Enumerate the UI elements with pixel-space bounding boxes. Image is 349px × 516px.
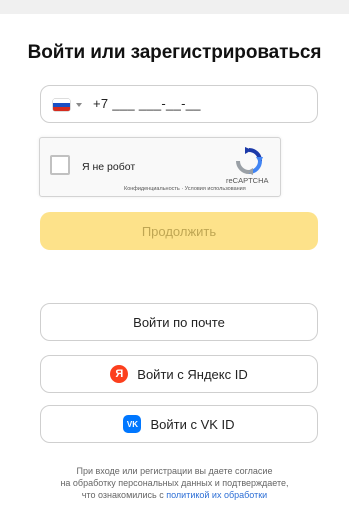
captcha-label: Я не робот [82,161,136,173]
continue-button[interactable]: Продолжить [40,212,318,250]
yandex-icon: Я [110,365,129,383]
legal-line-3: что ознакомились с политикой их обработк… [20,489,329,501]
phone-input[interactable]: +7 ___ ___-__-__ [40,85,318,123]
vk-icon: VK [123,415,142,433]
flag-ru-icon[interactable] [53,99,70,111]
page-title: Войти или зарегистрироваться [27,42,322,63]
login-mail-label: Войти по почте [133,314,225,330]
legal-line-2: на обработку персональных данных и подтв… [60,478,289,488]
login-yandex-button[interactable]: Я Войти с Яндекс ID [40,355,318,393]
captcha-links[interactable]: Конфиденциальность · Условия использован… [124,186,246,192]
legal-text: При входе или регистрации вы даете согла… [20,465,329,501]
login-vk-label: Войти с VK ID [150,416,235,432]
login-yandex-label: Войти с Яндекс ID [137,366,248,382]
recaptcha-widget: Я не робот reCAPTCHA Конфиденциальность … [39,137,281,197]
legal-line-3-prefix: что ознакомились с [81,490,167,500]
captcha-brand: reCAPTCHA [226,176,269,185]
legal-line-1: При входе или регистрации вы даете согла… [76,466,273,476]
login-mail-button[interactable]: Войти по почте [40,303,318,341]
login-vk-button[interactable]: VK Войти с VK ID [40,405,318,443]
chevron-down-icon[interactable] [76,103,82,107]
top-bar [0,0,349,14]
captcha-checkbox[interactable] [50,155,70,175]
privacy-policy-link[interactable]: политикой их обработки [166,490,267,500]
recaptcha-logo-icon [236,147,263,175]
phone-value[interactable]: +7 ___ ___-__-__ [93,96,201,111]
